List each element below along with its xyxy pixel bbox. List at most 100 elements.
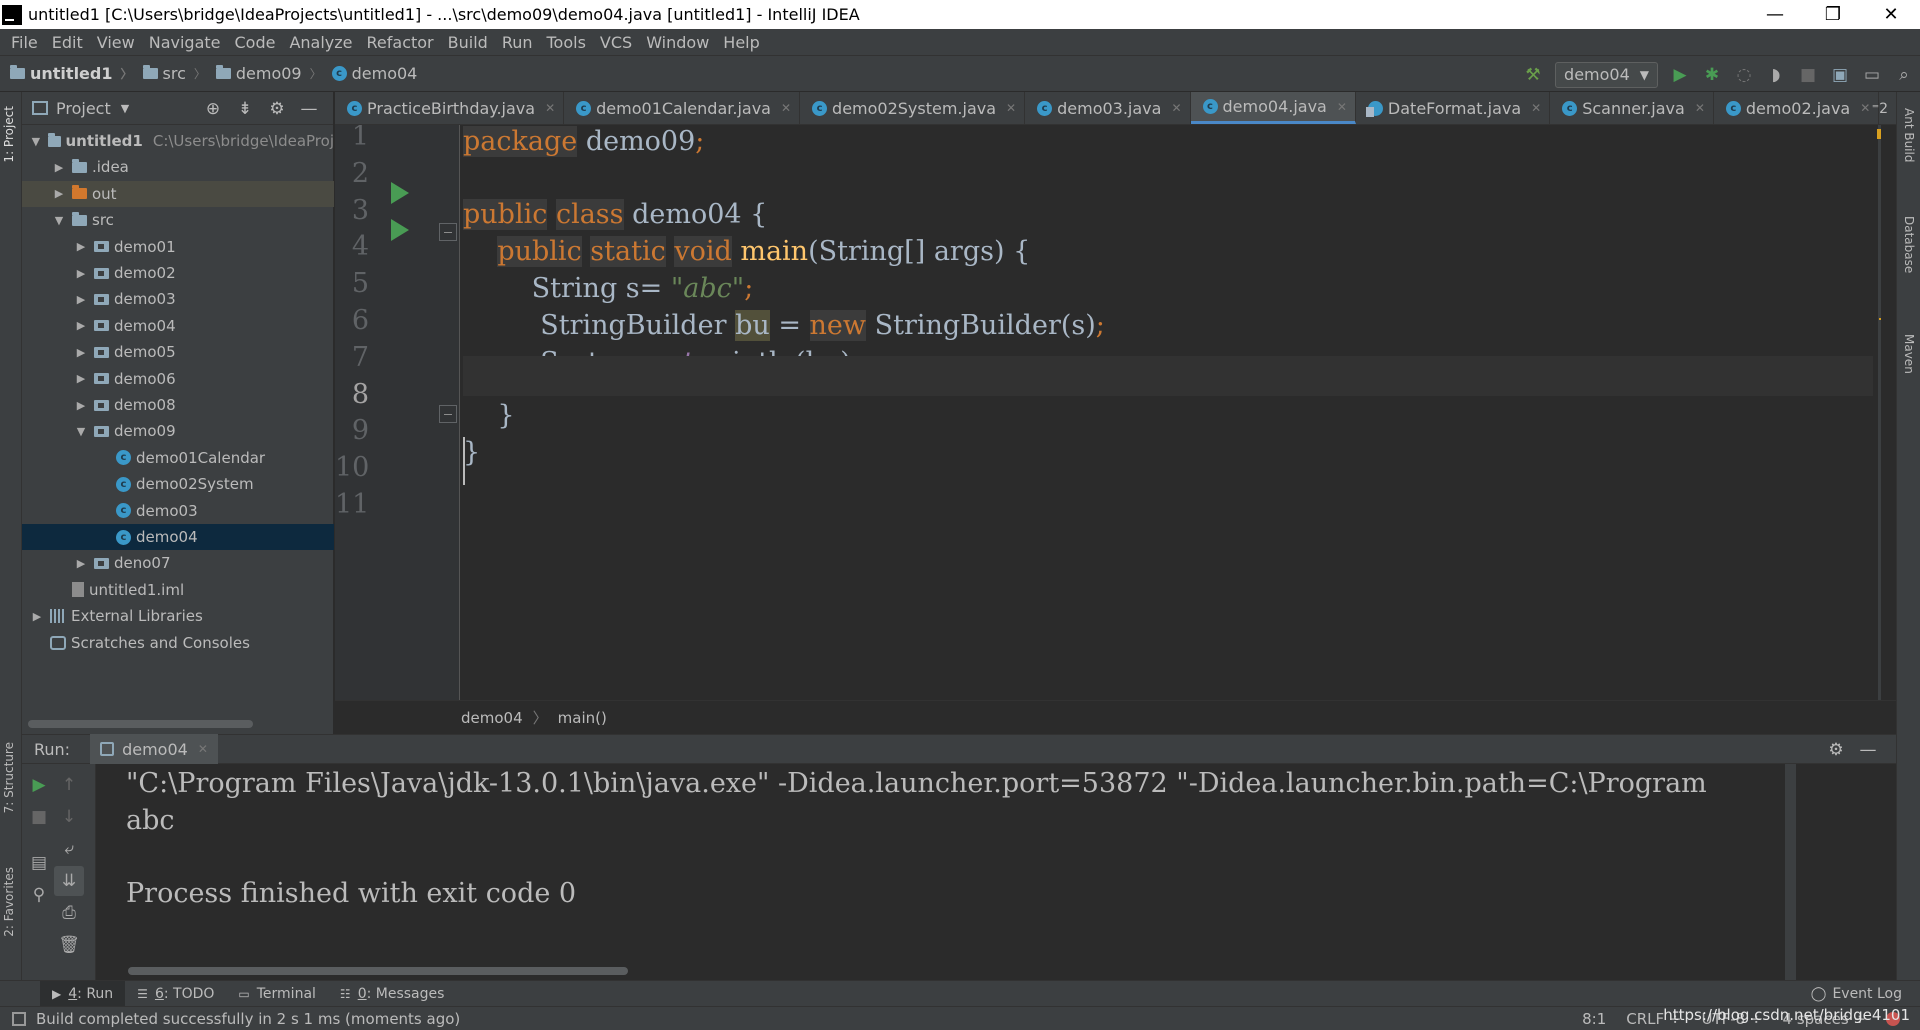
menu-help[interactable]: Help xyxy=(716,33,766,52)
tree-item-demo01calendar[interactable]: c demo01Calendar xyxy=(22,445,334,471)
run-console[interactable]: "C:\Program Files\Java\jdk-13.0.1\bin\ja… xyxy=(96,764,1881,980)
line-number[interactable]: 7 xyxy=(335,342,369,373)
line-number[interactable]: 11 xyxy=(335,489,369,520)
collapsed-arrow-icon[interactable]: ▶ xyxy=(74,346,88,359)
toolwindow-terminal[interactable]: ▭ Terminal xyxy=(226,981,328,1007)
editor-tab-demo02system-java[interactable]: c demo02System.java ✕ xyxy=(800,92,1026,124)
menu-run[interactable]: Run xyxy=(495,33,540,52)
tree-item-external-libraries[interactable]: ▶ External Libraries xyxy=(22,603,334,629)
menu-file[interactable]: File xyxy=(4,33,45,52)
line-number[interactable]: 4 xyxy=(335,231,369,262)
tree-item-demo02[interactable]: ▶ demo02 xyxy=(22,260,334,286)
tab-overflow-icon[interactable]: ⁼2 xyxy=(1872,92,1888,125)
run-configuration-select[interactable]: demo04 ▼ xyxy=(1555,61,1658,88)
stop-icon[interactable]: ■ xyxy=(24,802,54,832)
nav-crumb-class[interactable]: c demo04 xyxy=(331,64,417,83)
tree-item-demo03[interactable]: c demo03 xyxy=(22,498,334,524)
locate-target-icon[interactable]: ⊕ xyxy=(197,99,229,119)
editor-tab-practicebirthday-java[interactable]: c PracticeBirthday.java ✕ xyxy=(335,92,565,124)
debug-bug-icon[interactable]: ✱ xyxy=(1696,60,1728,90)
close-icon[interactable]: ✕ xyxy=(1171,101,1181,115)
gear-icon[interactable]: ⚙ xyxy=(261,99,293,119)
hide-panel-icon[interactable]: — xyxy=(1852,740,1884,760)
line-number[interactable]: 5 xyxy=(335,268,369,299)
status-message[interactable]: Build completed successfully in 2 s 1 ms… xyxy=(36,1010,460,1028)
close-icon[interactable]: ✕ xyxy=(198,742,208,756)
editor-tab-scanner-java[interactable]: c Scanner.java ✕ xyxy=(1550,92,1714,124)
console-horizontal-scrollbar[interactable] xyxy=(128,967,628,975)
close-icon[interactable]: ✕ xyxy=(1006,101,1016,115)
tree-item-demo05[interactable]: ▶ demo05 xyxy=(22,339,334,365)
stripe-favorites-button[interactable]: 2: Favorites xyxy=(2,867,16,937)
close-icon[interactable]: ✕ xyxy=(545,101,555,115)
status-window-icon[interactable] xyxy=(12,1011,26,1026)
profile-icon[interactable]: ◗ xyxy=(1760,60,1792,90)
stripe-structure-button[interactable]: 7: Structure xyxy=(2,742,16,813)
line-number[interactable]: 3 xyxy=(335,195,369,226)
minimize-button[interactable]: — xyxy=(1746,0,1804,29)
collapsed-arrow-icon[interactable]: ▶ xyxy=(74,399,88,412)
menu-edit[interactable]: Edit xyxy=(45,33,90,52)
close-window-button[interactable]: ✕ xyxy=(1862,0,1920,29)
expanded-arrow-icon[interactable]: ▼ xyxy=(74,425,88,438)
tree-item-demo09[interactable]: ▼ demo09 xyxy=(22,418,334,444)
run-main-gutter-icon[interactable] xyxy=(391,219,409,241)
hide-panel-icon[interactable]: — xyxy=(293,99,325,119)
nav-crumb-src[interactable]: src 〉 xyxy=(142,64,206,83)
tree-item-demo03[interactable]: ▶ demo03 xyxy=(22,286,334,312)
search-icon[interactable]: ⌕ xyxy=(1888,60,1920,90)
chevron-down-icon[interactable]: ▼ xyxy=(121,102,129,115)
close-icon[interactable]: ✕ xyxy=(1531,101,1541,115)
toolwindow-run[interactable]: ▶ 4: Run xyxy=(40,980,126,1007)
line-number[interactable]: 10 xyxy=(335,452,369,483)
tree-item-demo02system[interactable]: c demo02System xyxy=(22,471,334,497)
menu-tools[interactable]: Tools xyxy=(540,33,593,52)
menu-view[interactable]: View xyxy=(90,33,142,52)
menu-code[interactable]: Code xyxy=(228,33,283,52)
breadcrumb-method[interactable]: main() xyxy=(558,709,607,727)
nav-crumb-project[interactable]: untitled1 〉 xyxy=(10,64,133,83)
editor-tab-demo01calendar-java[interactable]: c demo01Calendar.java ✕ xyxy=(564,92,801,124)
horizontal-scrollbar[interactable] xyxy=(28,720,253,728)
build-hammer-icon[interactable]: ⚒ xyxy=(1517,60,1549,90)
editor-tab-demo02-java[interactable]: c demo02.java ✕ xyxy=(1714,92,1880,124)
tree-item-scratches-and-consoles[interactable]: Scratches and Consoles xyxy=(22,630,334,656)
coverage-icon[interactable]: ◌ xyxy=(1728,60,1760,90)
tree-item-untitled1-iml[interactable]: untitled1.iml xyxy=(22,577,334,603)
toolwindow-messages[interactable]: ☷ 0: Messages xyxy=(328,981,457,1007)
collapsed-arrow-icon[interactable]: ▶ xyxy=(74,293,88,306)
tree-item-demo06[interactable]: ▶ demo06 xyxy=(22,366,334,392)
menu-refactor[interactable]: Refactor xyxy=(360,33,441,52)
project-structure-icon[interactable]: ▣ xyxy=(1824,60,1856,90)
soft-wrap-icon[interactable]: ⤶ xyxy=(54,834,84,864)
tree-item-out[interactable]: ▶ out xyxy=(22,180,334,207)
collapsed-arrow-icon[interactable]: ▶ xyxy=(74,557,88,570)
caret-position[interactable]: 8:1 xyxy=(1582,1010,1606,1028)
breadcrumb-class[interactable]: demo04 xyxy=(461,709,523,727)
scroll-up-icon[interactable]: ↑ xyxy=(54,770,84,800)
tree-item-src[interactable]: ▼ src xyxy=(22,207,334,233)
tree-item-deno07[interactable]: ▶ deno07 xyxy=(22,550,334,576)
presentation-icon[interactable]: ▭ xyxy=(1856,60,1888,90)
scroll-to-end-icon[interactable]: ⇊ xyxy=(54,866,84,896)
stripe-database-button[interactable]: Database xyxy=(1902,216,1916,273)
editor-vertical-scrollbar[interactable] xyxy=(1878,125,1881,700)
layout-icon[interactable]: ▤ xyxy=(24,848,54,878)
console-vertical-scrollbar[interactable] xyxy=(1785,764,1796,980)
tree-item-demo08[interactable]: ▶ demo08 xyxy=(22,392,334,418)
editor-tab-dateformat-java[interactable]: DateFormat.java ✕ xyxy=(1356,92,1551,124)
tree-item-demo01[interactable]: ▶ demo01 xyxy=(22,234,334,260)
stripe-ant-build-button[interactable]: Ant Build xyxy=(1902,108,1916,162)
collapse-all-icon[interactable]: ⇟ xyxy=(229,99,261,119)
run-tab-demo04[interactable]: demo04 ✕ xyxy=(90,734,218,764)
pin-icon[interactable]: ⚲ xyxy=(24,880,54,910)
tree-item-demo04[interactable]: ▶ demo04 xyxy=(22,313,334,339)
line-number[interactable]: 6 xyxy=(335,305,369,336)
menu-analyze[interactable]: Analyze xyxy=(282,33,359,52)
stripe-project-button[interactable]: 1: Project xyxy=(2,106,16,163)
gear-icon[interactable]: ⚙ xyxy=(1820,740,1852,760)
tree-item--idea[interactable]: ▶ .idea xyxy=(22,154,334,180)
trash-icon[interactable]: 🗑 xyxy=(54,930,84,960)
fold-collapse-icon[interactable] xyxy=(439,223,457,241)
line-number[interactable]: 8 xyxy=(335,379,369,410)
